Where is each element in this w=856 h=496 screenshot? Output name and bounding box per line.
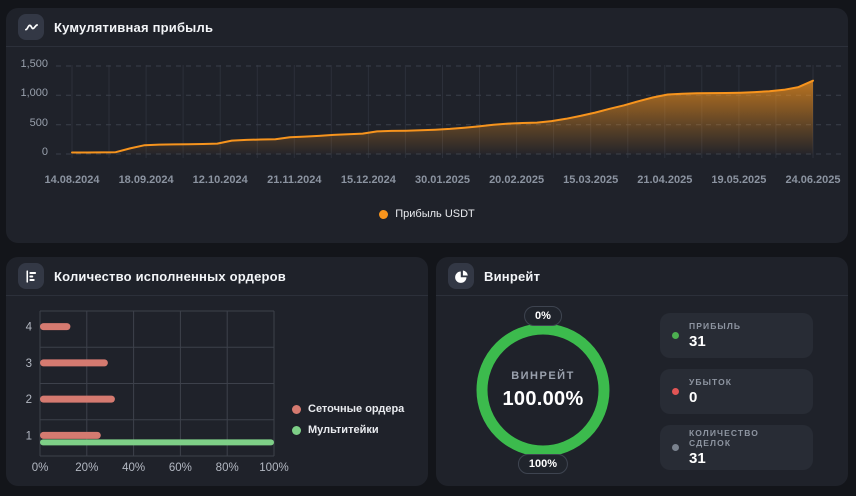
legend-dot-icon <box>292 425 301 435</box>
stat-dot-icon <box>672 388 679 395</box>
x-tick-label: 40% <box>122 462 145 474</box>
x-tick-label: 20.02.2025 <box>489 174 545 186</box>
winrate-center-label: ВИНРЕЙТ <box>511 369 575 382</box>
stat-card: КОЛИЧЕСТВО СДЕЛОК 31 <box>660 425 813 470</box>
stat-value: 31 <box>689 333 706 350</box>
winrate-header: Винрейт <box>436 257 848 296</box>
category-label: 3 <box>26 358 32 370</box>
profit-legend: Прибыль USDT <box>6 208 848 220</box>
y-tick-label: 500 <box>29 116 48 129</box>
y-tick-label: 0 <box>41 146 48 158</box>
orders-legend-item[interactable]: Сеточные ордера <box>292 403 404 415</box>
executed-orders-body: 4 3 2 1 0% 20% 40% 60% 80% 100% Сеточные ордера Му… <box>6 297 428 486</box>
x-tick-label: 18.09.2024 <box>118 174 174 186</box>
cumulative-profit-panel: Кумулятивная прибыль 1,500 1,000 500 0 14.0… <box>6 8 848 243</box>
stat-dot-icon <box>672 332 679 339</box>
stat-text: ПРИБЫЛЬ 31 <box>689 321 741 350</box>
winrate-donut: ВИНРЕЙТ 100.00% 0% 100% <box>468 306 618 474</box>
stat-card: УБЫТОК 0 <box>660 369 813 414</box>
stat-value: 0 <box>689 389 698 406</box>
winrate-hundred-badge: 100% <box>517 454 569 474</box>
x-tick-label: 30.01.2025 <box>414 174 471 186</box>
executed-orders-title: Количество исполненных ордеров <box>54 268 286 284</box>
x-tick-label: 14.08.2024 <box>44 174 100 186</box>
winrate-center-value: 100.00% <box>502 387 584 410</box>
x-tick-label: 20% <box>75 462 98 474</box>
legend-label: Мультитейки <box>308 424 379 436</box>
legend-dot-icon <box>292 404 301 414</box>
stat-text: УБЫТОК 0 <box>689 377 732 406</box>
winrate-center: ВИНРЕЙТ 100.00% <box>468 315 618 465</box>
orders-legend-item[interactable]: Мультитейки <box>292 424 404 436</box>
pie-chart-icon <box>448 263 474 289</box>
x-tick-label: 15.03.2025 <box>563 174 619 186</box>
x-tick-label: 24.06.2025 <box>785 174 841 186</box>
y-tick-label: 1,000 <box>20 87 48 100</box>
stat-label: КОЛИЧЕСТВО СДЕЛОК <box>689 428 759 448</box>
profit-legend-dot-icon <box>379 209 389 219</box>
profit-legend-label[interactable]: Прибыль USDT <box>395 208 475 220</box>
winrate-panel: Винрейт ВИНРЕЙТ 100.00% 0% 100% ПРИБЫЛЬ 3… <box>436 257 848 486</box>
winrate-stats: ПРИБЫЛЬ 31 УБЫТОК 0 КОЛИЧЕСТВО СДЕЛОК 31 <box>660 313 813 481</box>
cumulative-profit-body: 1,500 1,000 500 0 14.08.2024 18.09.2024 12.10… <box>6 48 848 243</box>
multitake-bar <box>40 439 274 446</box>
x-tick-label: 0% <box>32 462 49 474</box>
category-label: 4 <box>26 322 33 334</box>
y-tick-label: 1,500 <box>20 58 48 70</box>
grid-orders-bar <box>40 323 71 331</box>
line-chart-icon <box>18 14 44 40</box>
executed-orders-panel: Количество исполненных ордеров 4 3 2 1 0% 20%… <box>6 257 428 486</box>
x-tick-label: 19.05.2025 <box>711 174 767 186</box>
cumulative-profit-title: Кумулятивная прибыль <box>54 19 214 35</box>
grid-orders-bar <box>40 395 115 403</box>
stat-card: ПРИБЫЛЬ 31 <box>660 313 813 358</box>
legend-label: Сеточные ордера <box>308 403 405 415</box>
orders-legend: Сеточные ордера Мультитейки <box>292 403 404 436</box>
x-tick-label: 21.04.2025 <box>637 174 693 186</box>
cumulative-profit-header: Кумулятивная прибыль <box>6 8 848 47</box>
stat-dot-icon <box>672 444 679 451</box>
winrate-title: Винрейт <box>484 268 541 284</box>
x-tick-label: 80% <box>216 462 239 474</box>
stat-text: КОЛИЧЕСТВО СДЕЛОК 31 <box>689 428 801 467</box>
x-tick-label: 21.11.2024 <box>267 174 322 186</box>
bar-list-icon <box>18 263 44 289</box>
cumulative-profit-chart: 1,500 1,000 500 0 14.08.2024 18.09.2024 12.10… <box>6 56 848 242</box>
winrate-zero-badge: 0% <box>524 306 562 326</box>
stat-value: 31 <box>689 450 706 467</box>
category-label: 1 <box>26 430 32 442</box>
x-tick-label: 12.10.2024 <box>192 174 248 186</box>
x-tick-label: 60% <box>169 462 192 474</box>
stat-label: УБЫТОК <box>689 377 733 387</box>
profit-plot-area <box>56 65 844 158</box>
category-label: 2 <box>26 394 32 406</box>
winrate-body: ВИНРЕЙТ 100.00% 0% 100% ПРИБЫЛЬ 31 УБЫТОК 0… <box>436 297 848 486</box>
orders-plot-area: 4 3 2 1 0% 20% 40% 60% 80% 100% <box>26 310 289 474</box>
x-tick-label: 100% <box>259 462 288 474</box>
grid-orders-bar <box>40 359 108 367</box>
grid-orders-bar <box>40 431 101 439</box>
executed-orders-header: Количество исполненных ордеров <box>6 257 428 296</box>
x-tick-label: 15.12.2024 <box>340 174 396 186</box>
stat-label: ПРИБЫЛЬ <box>689 321 742 331</box>
